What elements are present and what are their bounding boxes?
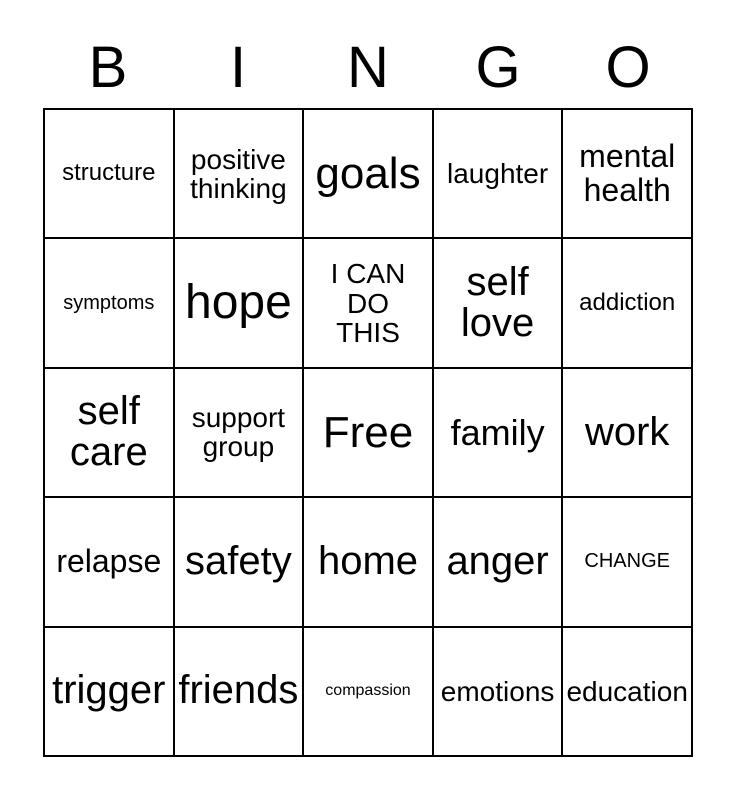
bingo-cell[interactable]: goals [304, 110, 434, 240]
bingo-cell[interactable]: positive thinking [174, 110, 305, 240]
bingo-cell-label: trigger [52, 668, 166, 713]
bingo-cell[interactable]: home [304, 498, 434, 628]
bingo-cell[interactable]: support group [174, 368, 305, 499]
bingo-cell-label: laughter [447, 158, 549, 190]
bingo-cell[interactable]: structure [45, 110, 175, 240]
bingo-cell[interactable]: mental health [563, 110, 693, 240]
bingo-cell-label: structure [62, 159, 156, 187]
bingo-cell[interactable]: friends [174, 627, 305, 757]
bingo-cell[interactable]: safety [174, 498, 305, 628]
bingo-cell-label: CHANGE [584, 550, 670, 573]
bingo-cell[interactable]: addiction [563, 239, 693, 369]
bingo-cell-label: friends [178, 668, 299, 713]
bingo-cell-label: mental health [579, 138, 676, 208]
bingo-cell-label: support group [191, 402, 286, 463]
bingo-cell[interactable]: I CAN DO THIS [304, 239, 434, 369]
bingo-cell-label: positive thinking [190, 143, 287, 204]
bingo-cell-label: home [317, 539, 419, 584]
bingo-grid: structure positive thinking goals laughter m… [43, 108, 693, 757]
bingo-cell[interactable]: laughter [433, 110, 564, 240]
bingo-cell-label: self care [69, 388, 148, 475]
bingo-cell-label: addiction [579, 288, 676, 316]
bingo-cell[interactable]: anger [433, 498, 564, 628]
bingo-cell-label: work [584, 409, 670, 454]
bingo-cell[interactable]: work [563, 368, 693, 499]
bingo-cell[interactable]: CHANGE [563, 498, 693, 628]
bingo-cell[interactable]: self care [45, 368, 175, 499]
bingo-cell-label: relapse [56, 543, 162, 580]
bingo-cell[interactable]: emotions [433, 627, 564, 757]
bingo-cell-label: symptoms [63, 291, 155, 314]
bingo-cell[interactable]: education [563, 627, 693, 757]
bingo-header-letter-b: B [88, 35, 128, 100]
bingo-cell-label: family [450, 411, 545, 453]
bingo-cell[interactable]: relapse [45, 498, 175, 628]
bingo-cell-label: safety [185, 539, 292, 584]
bingo-header-letter-o: O [605, 35, 651, 100]
bingo-cell-label: goals [315, 148, 421, 198]
bingo-cell[interactable]: compassion [304, 627, 434, 757]
bingo-header-letter-i: I [229, 35, 247, 100]
bingo-cell-label: self love [460, 259, 535, 346]
bingo-cell-label: education [566, 675, 688, 707]
bingo-header-letter-g: G [475, 35, 521, 100]
bingo-header-letter-n: N [347, 35, 389, 100]
bingo-cell[interactable]: trigger [45, 627, 175, 757]
bingo-cell-label: emotions [440, 675, 555, 707]
bingo-cell-label: hope [185, 276, 292, 330]
bingo-cell[interactable]: symptoms [45, 239, 175, 369]
bingo-cell-label: compassion [325, 681, 411, 699]
bingo-cell-label: Free [322, 407, 414, 457]
bingo-free-space-cell[interactable]: Free [304, 368, 434, 499]
bingo-cell[interactable]: hope [174, 239, 305, 369]
bingo-cell[interactable]: self love [433, 239, 564, 369]
bingo-cell-label: anger [446, 539, 549, 584]
bingo-card: B I N G O structure positive thinking goals lau… [0, 0, 736, 800]
bingo-header-row: BINGO [43, 28, 693, 108]
bingo-cell[interactable]: family [433, 368, 564, 499]
bingo-cell-label: I CAN DO THIS [330, 258, 406, 348]
